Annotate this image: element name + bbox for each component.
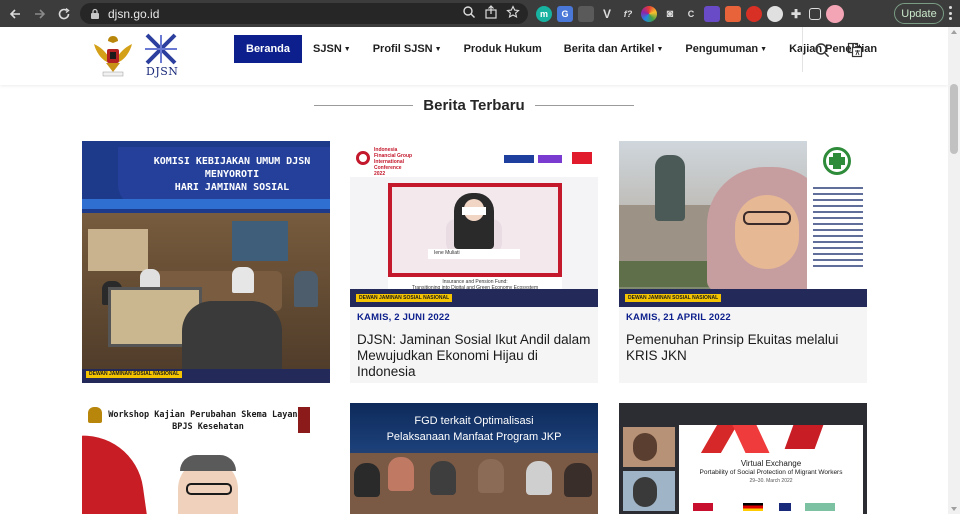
chevron-down-icon: ▼ bbox=[434, 45, 442, 53]
news-footer-label: DEWAN JAMINAN SOSIAL NASIONAL bbox=[86, 371, 183, 378]
heading-rule bbox=[314, 104, 414, 106]
news-card[interactable]: KOMISI KEBIJAKAN UMUM DJSN MENYOROTI HAR… bbox=[82, 141, 330, 383]
menu-item-profil-sjsn[interactable]: Profil SJSN ▼ bbox=[362, 35, 453, 63]
djsn-logo[interactable]: DJSN bbox=[143, 33, 179, 79]
news-title[interactable]: Pemenuhan Prinsip Ekuitas melalui KRIS J… bbox=[626, 332, 860, 364]
menu-divider bbox=[802, 27, 803, 72]
menu-item-berita-dan-artikel[interactable]: Berita dan Artikel ▼ bbox=[553, 35, 675, 63]
extension-m-icon[interactable]: m bbox=[536, 5, 552, 22]
search-icon[interactable] bbox=[814, 42, 830, 58]
lock-icon bbox=[91, 8, 99, 19]
url-text: djsn.go.id bbox=[108, 6, 160, 21]
news-thumbnail[interactable]: Indonesia Financial Group International … bbox=[350, 141, 598, 307]
fgd-banner-text: FGD terkait Optimalisasi Pelaksanaan Man… bbox=[386, 415, 562, 443]
extension-v-icon[interactable]: V bbox=[599, 6, 615, 22]
menu-item-label: Berita dan Artikel bbox=[563, 43, 655, 55]
extensions-bar: m G V f? ◙ C ✚ bbox=[536, 3, 844, 24]
news-card[interactable]: Indonesia Financial Group International … bbox=[350, 141, 598, 383]
extension-color-icon[interactable] bbox=[641, 5, 657, 22]
exchange-banner-text: Virtual Exchange Portability of Social P… bbox=[699, 459, 843, 484]
news-footer-label: DEWAN JAMINAN SOSIAL NASIONAL bbox=[356, 294, 453, 302]
share-icon[interactable] bbox=[484, 5, 498, 19]
chevron-down-icon: ▼ bbox=[343, 45, 351, 53]
menu-item-produk-hukum[interactable]: Produk Hukum bbox=[453, 35, 553, 63]
camera-extension-icon[interactable]: ◙ bbox=[662, 6, 678, 22]
news-thumbnail[interactable]: DEWAN JAMINAN SOSIAL NASIONAL bbox=[619, 141, 867, 307]
news-meta: KAMIS, 2 JUNI 2022 DJSN: Jaminan Sosial … bbox=[350, 307, 598, 383]
back-icon[interactable] bbox=[2, 0, 28, 27]
heading-rule bbox=[534, 104, 635, 106]
djsn-logo-text: DJSN bbox=[146, 65, 179, 78]
extension-formula-icon[interactable]: f? bbox=[620, 6, 636, 22]
news-thumbnail[interactable]: KOMISI KEBIJAKAN UMUM DJSN MENYOROTI HAR… bbox=[82, 141, 330, 383]
menu-item-kajian-penelitian[interactable]: Kajian Penelitian bbox=[778, 35, 888, 63]
browser-menu-icon[interactable] bbox=[948, 6, 952, 20]
news-card[interactable]: FGD terkait Optimalisasi Pelaksanaan Man… bbox=[350, 403, 598, 514]
bookmark-star-icon[interactable] bbox=[506, 5, 520, 19]
section-heading: Berita Terbaru bbox=[314, 95, 635, 115]
workshop-banner-text: Workshop Kajian Perubahan Skema Layanan … bbox=[108, 410, 308, 432]
scroll-up-icon[interactable] bbox=[951, 30, 957, 34]
zoom-icon[interactable] bbox=[462, 5, 476, 19]
extension-red-icon[interactable] bbox=[746, 5, 762, 22]
page-scrollbar[interactable] bbox=[948, 27, 960, 514]
news-footer-label: DEWAN JAMINAN SOSIAL NASIONAL bbox=[625, 294, 722, 302]
extension-c-icon[interactable]: C bbox=[683, 6, 699, 22]
translate-icon[interactable] bbox=[847, 42, 863, 58]
news-card[interactable]: DEWAN JAMINAN SOSIAL NASIONAL KAMIS, 21 … bbox=[619, 141, 867, 383]
extension-grid-icon[interactable] bbox=[578, 5, 594, 22]
conference-banner-text: Indonesia Financial Group International … bbox=[374, 147, 413, 177]
menu-item-sjsn[interactable]: SJSN ▼ bbox=[302, 35, 362, 63]
profile-avatar-icon[interactable] bbox=[826, 4, 844, 23]
menu-item-label: Pengumuman bbox=[685, 43, 759, 55]
news-thumbnail[interactable]: FGD terkait Optimalisasi Pelaksanaan Man… bbox=[350, 403, 598, 514]
news-meta: KAMIS, 21 APRIL 2022 Pemenuhan Prinsip E… bbox=[619, 307, 867, 383]
extension-purple-icon[interactable] bbox=[704, 5, 720, 22]
translate-extension-icon[interactable]: G bbox=[557, 5, 573, 22]
menu-item-label: Beranda bbox=[246, 43, 291, 55]
site-header: DJSN Beranda SJSN ▼ Profil SJSN ▼ Produk H… bbox=[0, 27, 948, 85]
forward-icon[interactable] bbox=[27, 0, 53, 27]
section-title: Berita Terbaru bbox=[423, 96, 525, 114]
browser-toolbar: djsn.go.id m G V f? ◙ C ✚ Update bbox=[0, 0, 960, 27]
side-panel-icon[interactable] bbox=[809, 7, 821, 20]
menu-item-label: Profil SJSN bbox=[372, 43, 433, 55]
chevron-down-icon: ▼ bbox=[656, 45, 664, 53]
news-banner-text: KOMISI KEBIJAKAN UMUM DJSN MENYOROTI HAR… bbox=[153, 156, 311, 193]
menu-item-label: SJSN bbox=[313, 43, 342, 55]
news-date: KAMIS, 21 APRIL 2022 bbox=[626, 312, 731, 323]
menu-item-beranda[interactable]: Beranda bbox=[234, 35, 303, 63]
scroll-down-icon[interactable] bbox=[951, 507, 957, 511]
main-menu: Beranda SJSN ▼ Profil SJSN ▼ Produk Hukum … bbox=[234, 35, 888, 63]
speaker-name: Iene Muliati bbox=[434, 250, 460, 256]
news-footer-strip: DEWAN JAMINAN SOSIAL NASIONAL bbox=[350, 289, 598, 307]
menu-item-label: Produk Hukum bbox=[463, 43, 542, 55]
reload-icon[interactable] bbox=[51, 0, 77, 27]
extension-globe-icon[interactable] bbox=[767, 5, 783, 22]
extensions-puzzle-icon[interactable]: ✚ bbox=[788, 6, 804, 22]
news-footer-strip: DEWAN JAMINAN SOSIAL NASIONAL bbox=[619, 289, 867, 307]
news-date: KAMIS, 2 JUNI 2022 bbox=[357, 312, 450, 323]
news-card[interactable]: Workshop Kajian Perubahan Skema Layanan … bbox=[82, 403, 330, 514]
news-title[interactable]: DJSN: Jaminan Sosial Ikut Andil dalam Me… bbox=[357, 332, 591, 380]
menu-item-pengumuman[interactable]: Pengumuman ▼ bbox=[674, 35, 778, 63]
update-button[interactable]: Update bbox=[894, 3, 944, 24]
garuda-pancasila-logo[interactable] bbox=[92, 32, 134, 78]
news-thumbnail[interactable]: Workshop Kajian Perubahan Skema Layanan … bbox=[82, 403, 330, 514]
address-bar[interactable]: djsn.go.id bbox=[80, 3, 528, 24]
news-card[interactable]: Virtual Exchange Portability of Social P… bbox=[619, 403, 867, 514]
chevron-down-icon: ▼ bbox=[760, 45, 768, 53]
extension-orange-icon[interactable] bbox=[725, 5, 741, 22]
news-thumbnail[interactable]: Virtual Exchange Portability of Social P… bbox=[619, 403, 867, 514]
scroll-thumb[interactable] bbox=[950, 84, 958, 154]
